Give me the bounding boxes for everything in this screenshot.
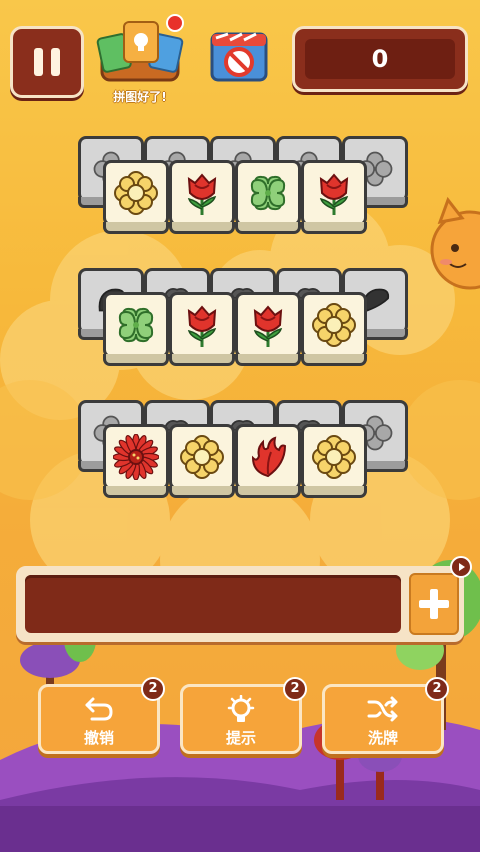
no-ads-icon bbox=[210, 32, 268, 82]
tile-slot-tray bbox=[16, 566, 464, 642]
shuffle-icon bbox=[367, 696, 398, 722]
game-scene: 拼图好了! 0 撤销 2 提示 2 洗牌 2 bbox=[0, 0, 480, 852]
tile-clover[interactable] bbox=[235, 160, 301, 234]
tile-rose[interactable] bbox=[169, 160, 235, 234]
undo-button[interactable]: 撤销 2 bbox=[38, 677, 165, 754]
tile-rose[interactable] bbox=[301, 160, 367, 234]
score-value: 0 bbox=[305, 39, 455, 79]
pause-icon bbox=[34, 48, 43, 76]
shuffle-label: 洗牌 bbox=[367, 729, 398, 747]
lightbulb-icon bbox=[227, 695, 255, 722]
no-ads-button[interactable] bbox=[208, 28, 270, 84]
plus-icon bbox=[419, 589, 449, 619]
hint-button[interactable]: 提示 2 bbox=[180, 677, 307, 754]
tile-yellow-flower[interactable] bbox=[301, 424, 367, 498]
tile-red-daisy[interactable] bbox=[103, 424, 169, 498]
tile-yellow-flower[interactable] bbox=[103, 160, 169, 234]
solved-caption: 拼图好了! bbox=[113, 90, 167, 104]
undo-label: 撤销 bbox=[83, 729, 114, 747]
tile-yellow-flower[interactable] bbox=[169, 424, 235, 498]
score-panel: 0 bbox=[292, 26, 468, 92]
undo-icon bbox=[85, 697, 113, 721]
tile-clover[interactable] bbox=[103, 292, 169, 366]
pause-button[interactable] bbox=[10, 26, 84, 98]
slot-area bbox=[25, 575, 401, 633]
add-slot-button[interactable] bbox=[409, 573, 459, 635]
shuffle-count-badge: 2 bbox=[425, 677, 449, 701]
undo-count-badge: 2 bbox=[141, 677, 165, 701]
tile-red-leaf[interactable] bbox=[235, 424, 301, 498]
shuffle-button[interactable]: 洗牌 2 bbox=[322, 677, 449, 754]
notification-dot bbox=[166, 14, 184, 32]
tile-yellow-flower[interactable] bbox=[301, 292, 367, 366]
hint-count-badge: 2 bbox=[283, 677, 307, 701]
video-ad-icon bbox=[450, 556, 472, 578]
tile-rose[interactable] bbox=[235, 292, 301, 366]
tile-rose[interactable] bbox=[169, 292, 235, 366]
hint-label: 提示 bbox=[225, 729, 256, 747]
